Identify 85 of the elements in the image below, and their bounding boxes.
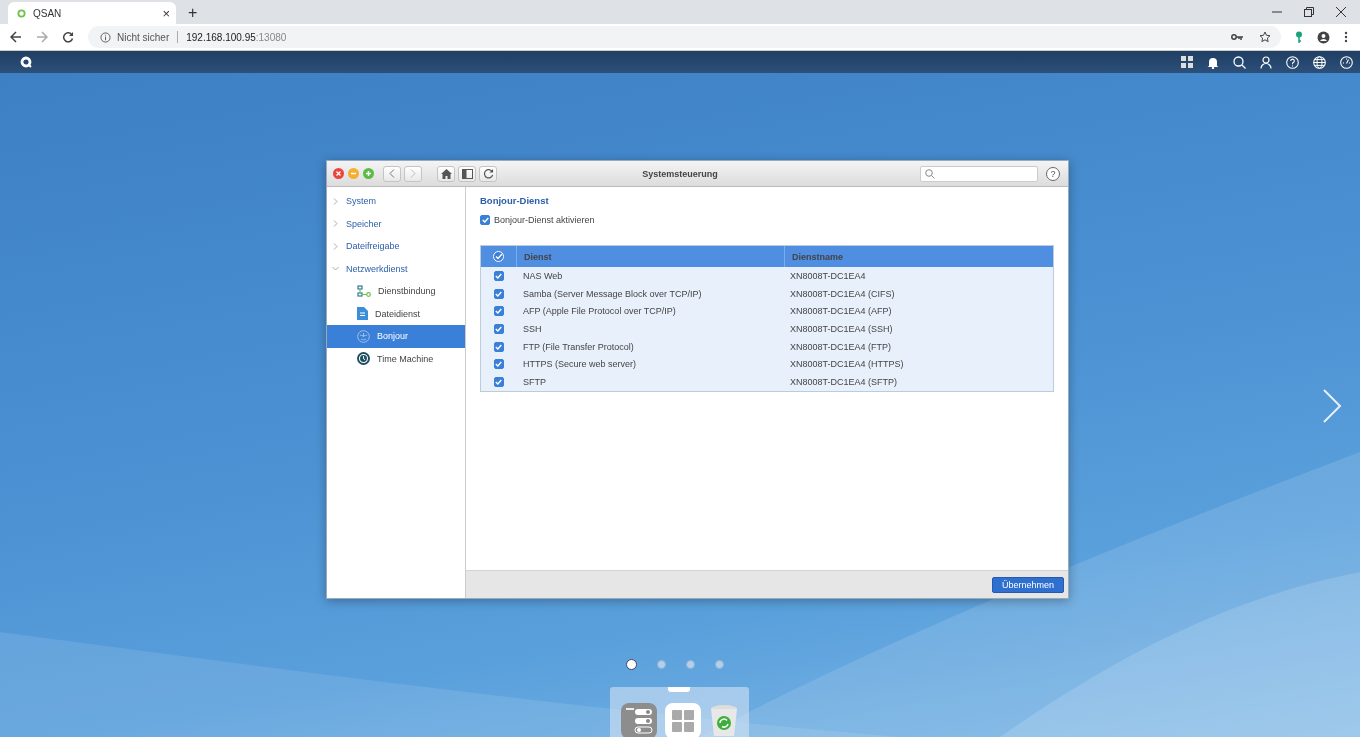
page-dot[interactable] <box>686 660 695 669</box>
key-icon[interactable] <box>1231 33 1243 41</box>
table-cell: XN8008T-DC1EA4 (AFP) <box>790 306 892 317</box>
new-tab-button[interactable]: + <box>186 4 200 22</box>
help-icon[interactable] <box>1286 55 1299 69</box>
checkbox-label: Bonjour-Dienst aktivieren <box>494 215 595 225</box>
search-field[interactable] <box>920 165 1038 182</box>
table-cell: XN8008T-DC1EA4 (HTTPS) <box>790 359 904 370</box>
apply-button[interactable]: Übernehmen <box>991 576 1064 593</box>
checkbox[interactable] <box>480 215 490 225</box>
row-checkbox[interactable] <box>493 306 504 317</box>
back-icon[interactable] <box>10 31 22 43</box>
sidebar-item[interactable]: Dateifreigabe <box>327 235 465 258</box>
clock-icon <box>357 352 370 366</box>
back-button[interactable] <box>383 165 401 182</box>
refresh-icon <box>482 168 494 179</box>
security-label: Nicht sicher <box>117 31 170 43</box>
sidebar-icon <box>461 168 473 179</box>
table-cell: XN8008T-DC1EA4 <box>790 270 866 281</box>
table-cell: AFP (Apple File Protocol over TCP/IP) <box>523 306 676 317</box>
table-cell: SFTP <box>523 376 546 387</box>
settings-app-icon[interactable] <box>620 703 657 737</box>
sidebar-subitem[interactable]: Bonjour <box>327 325 465 348</box>
select-all-checkbox[interactable] <box>493 251 504 262</box>
dock-handle[interactable] <box>668 687 690 692</box>
search-icon[interactable] <box>1233 55 1246 69</box>
sidebar-subitem[interactable]: Dienstbindung <box>327 280 465 303</box>
apps-icon[interactable] <box>1181 56 1193 68</box>
sidebar-subitem[interactable]: Time Machine <box>327 347 465 370</box>
user-icon[interactable] <box>1260 55 1272 69</box>
table-cell: HTTPS (Secure web server) <box>523 359 637 370</box>
table-cell: XN8008T-DC1EA4 (FTP) <box>790 341 892 352</box>
maximize-icon[interactable] <box>363 168 374 179</box>
row-checkbox[interactable] <box>493 341 504 352</box>
close-tab-button[interactable]: × <box>162 5 170 21</box>
row-checkbox[interactable] <box>493 288 504 299</box>
search-icon <box>925 168 935 179</box>
reload-icon[interactable] <box>62 31 74 43</box>
section-heading: Bonjour-Dienst <box>480 195 550 206</box>
close-icon[interactable] <box>1336 7 1346 17</box>
chevron-right-icon[interactable] <box>1322 389 1342 423</box>
window-title: Systemsteuerung <box>641 168 719 179</box>
table-cell: XN8008T-DC1EA4 (SFTP) <box>790 376 898 387</box>
row-checkbox[interactable] <box>493 270 504 281</box>
table-cell: XN8008T-DC1EA4 (SSH) <box>790 323 893 334</box>
help-button[interactable]: ? <box>1046 166 1060 181</box>
recycle-bin-icon[interactable] <box>708 704 739 737</box>
row-checkbox[interactable] <box>493 323 504 334</box>
menu-icon[interactable] <box>1344 31 1348 43</box>
chevron-left-icon <box>389 169 395 178</box>
restore-icon[interactable] <box>1304 7 1314 17</box>
browser-tab[interactable]: QSAN × <box>8 2 176 24</box>
bell-icon[interactable] <box>1207 55 1219 69</box>
row-checkbox[interactable] <box>493 376 504 387</box>
table-cell: SSH <box>523 323 542 334</box>
table-cell: XN8008T-DC1EA4 (CIFS) <box>790 288 895 299</box>
info-icon <box>100 31 111 43</box>
globe-icon[interactable] <box>1313 55 1326 69</box>
logo-icon <box>17 8 26 18</box>
sidebar-toggle-button[interactable] <box>458 165 476 182</box>
sidebar-item[interactable]: System <box>327 190 465 213</box>
page-dot[interactable] <box>715 660 724 669</box>
tab-title: QSAN <box>33 7 63 19</box>
forward-icon[interactable] <box>36 31 48 43</box>
document-icon <box>357 307 368 321</box>
sidebar-item[interactable]: Speicher <box>327 212 465 235</box>
home-button[interactable] <box>437 165 455 182</box>
page-dot[interactable] <box>657 660 666 669</box>
sidebar-subitem[interactable]: Dateidienst <box>327 302 465 325</box>
row-checkbox[interactable] <box>493 359 504 370</box>
sidebar-item[interactable]: Netzwerkdienst <box>327 257 465 280</box>
refresh-button[interactable] <box>479 165 497 182</box>
gauge-icon[interactable] <box>1340 55 1353 69</box>
star-icon[interactable] <box>1259 31 1271 43</box>
address-field[interactable]: Nicht sicher 192.168.100.95:13080 <box>88 26 1281 48</box>
logo-icon[interactable] <box>20 56 32 68</box>
account-icon[interactable] <box>1317 30 1330 44</box>
home-icon <box>440 168 452 179</box>
table-cell: NAS Web <box>523 270 563 281</box>
chevron-right-icon <box>410 169 416 178</box>
url-text: 192.168.100.95:13080 <box>186 31 287 43</box>
page-dot[interactable] <box>626 659 637 670</box>
table-cell: Samba (Server Message Block over TCP/IP) <box>523 288 702 299</box>
table-cell: FTP (File Transfer Protocol) <box>523 341 634 352</box>
connection-icon <box>357 285 371 298</box>
